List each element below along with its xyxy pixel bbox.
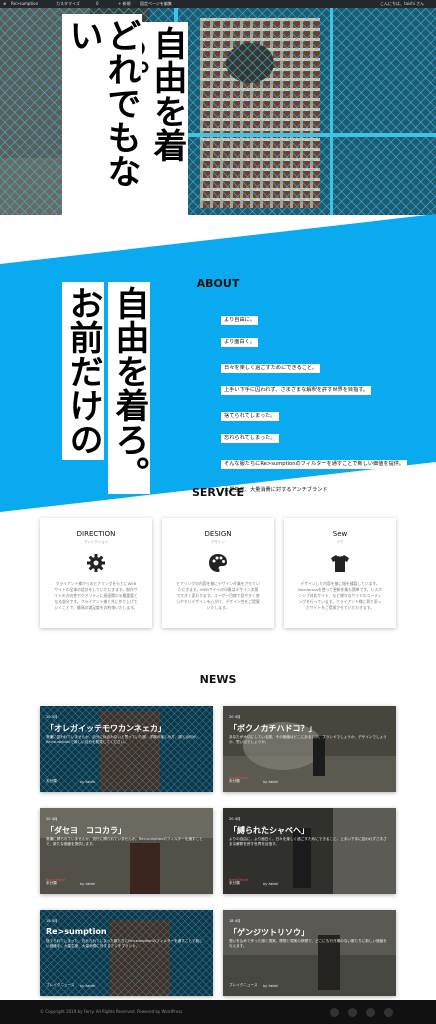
news-author[interactable]: by taishi <box>263 780 278 784</box>
news-card[interactable]: 20 4月 「ダセヨ ココカラ」 常識に縛られていませんか。流行に縛られていませ… <box>40 808 213 894</box>
service-card-subtitle: ソウ <box>336 540 344 544</box>
about-line: 捨てられてしまった。 <box>221 412 279 421</box>
hero-headline-2: どれでもない <box>62 14 142 215</box>
service-card-description: クライアント様からのヒアリングをもとにWEBサイトの全体の設計をしていただきます… <box>54 581 138 610</box>
news-date: 20 4月 <box>229 715 241 719</box>
service-card-title: Sew <box>332 530 348 538</box>
news-thumbnail <box>223 808 396 894</box>
news-category[interactable]: ブレイクニュース <box>229 983 258 988</box>
news-category[interactable]: 未分類 <box>229 779 240 784</box>
news-author[interactable]: by taishi <box>263 984 278 988</box>
news-card[interactable]: 18 4月 「ゲンジツトリソウ」 想いを込めて作った服と現実。理想と現実の狭間で… <box>223 910 396 996</box>
about-line: より自由に。 <box>221 316 259 325</box>
news-card-title[interactable]: 「縛られたシャベヘ」 <box>229 825 309 836</box>
news-excerpt: あなたが大切にしている服、その価値はどこにあるのか。ブランドでしょうか、デザイン… <box>229 735 387 744</box>
about-line: 上手い下手に囚われず、さまざまな解釈を許す世界を目指す。 <box>221 386 372 395</box>
about-headline-1: 自由を着ろ。 <box>108 282 150 494</box>
service-card-design: DESIGN デザイン ヒアリングの内容を基にデザイン作業をさせていただきます。… <box>162 518 274 628</box>
service-card-title: DIRECTION <box>76 530 116 538</box>
news-thumbnail <box>223 706 396 792</box>
facebook-icon[interactable] <box>330 1008 339 1017</box>
news-author[interactable]: by taishi <box>80 984 95 988</box>
palette-icon <box>209 554 227 572</box>
admin-edit-link[interactable]: 固定ページを編集 <box>140 0 172 8</box>
tshirt-icon <box>331 555 349 572</box>
news-category[interactable]: ブレイクニュース <box>46 983 75 988</box>
news-card-title[interactable]: 「ゲンジツトリソウ」 <box>229 927 309 938</box>
news-excerpt: よりの自由に。より面白く。日々を楽しく過ごすためにできること。上手い下手に囚われ… <box>229 837 387 846</box>
news-category[interactable]: 未分類 <box>229 881 240 886</box>
admin-new-link[interactable]: + 新規 <box>118 0 131 8</box>
news-author[interactable]: by taishi <box>263 882 278 886</box>
admin-customize-link[interactable]: カスタマイズ <box>56 0 80 8</box>
news-date: 20 4月 <box>46 715 58 719</box>
instagram-icon[interactable] <box>366 1008 375 1017</box>
news-date: 18 4月 <box>229 919 241 923</box>
about-line: 日々を楽しく過ごすためにできること。 <box>221 364 321 373</box>
about-headline-2: お前だけの <box>62 282 104 460</box>
news-date: 20 4月 <box>229 817 241 821</box>
about-text: より自由に。 より面白く。 日々を楽しく過ごすためにできること。 上手い下手に囚… <box>221 306 431 498</box>
admin-greeting[interactable]: こんにちは、taishi さん <box>380 0 424 8</box>
news-category[interactable]: 未分類 <box>46 881 57 886</box>
news-excerpt: 捨てられてしまった、忘れられてしまった服たちにRe>sumptionのフィルター… <box>46 939 203 948</box>
news-date: 18 4月 <box>46 919 58 923</box>
service-card-subtitle: デザイン <box>211 540 225 544</box>
news-excerpt: 常識に囚われていませんか。自分に似合わないと思っていた服、洋服の楽しみ方、服とは… <box>46 735 200 744</box>
news-excerpt: 想いを込めて作った服と現実。理想と現実の狭間で、どこにも行き場のない服たちに新し… <box>229 939 387 948</box>
news-card[interactable]: 20 4月 「縛られたシャベヘ」 よりの自由に。より面白く。日々を楽しく過ごすた… <box>223 808 396 894</box>
news-card-title[interactable]: 「ボクノカチハドコ？」 <box>229 723 317 734</box>
news-category[interactable]: 未分類 <box>46 779 57 784</box>
news-card[interactable]: 20 4月 「オレガイッテモワカンネェカ」 常識に囚われていませんか。自分に似合… <box>40 706 213 792</box>
admin-bar: ⊕ Re>sumption カスタマイズ 0 + 新規 固定ページを編集 こんに… <box>0 0 436 8</box>
service-card-description: デザインした内容を基に服を縫製しています。Wordpressを使って更新作業も簡… <box>298 581 382 610</box>
admin-comments-link[interactable]: 0 <box>96 0 99 8</box>
about-line: そんな服たちにRe>sumptionのフィルターを通すことで新しい価値を提供。 <box>221 460 408 469</box>
news-title: NEWS <box>199 673 237 686</box>
news-thumbnail <box>40 706 213 792</box>
service-card-description: ヒアリングの内容を基にデザイン作業をさせていただきます。WEBサイトの印象はデザ… <box>176 581 260 610</box>
news-author[interactable]: by taishi <box>80 780 95 784</box>
hero-image: 自由を着ろ。 どれでもない <box>0 8 436 215</box>
gear-icon <box>87 554 105 572</box>
news-card-title[interactable]: 「ダセヨ ココカラ」 <box>46 825 126 836</box>
news-card[interactable]: 18 4月 Re>sumption 捨てられてしまった、忘れられてしまった服たち… <box>40 910 213 996</box>
about-line: 忘れられてしまった。 <box>221 434 279 443</box>
news-date: 20 4月 <box>46 817 58 821</box>
admin-site-link[interactable]: Re>sumption <box>11 0 38 8</box>
news-author[interactable]: by taishi <box>80 882 95 886</box>
service-card-sew: Sew ソウ デザインした内容を基に服を縫製しています。Wordpressを使っ… <box>284 518 396 628</box>
about-line: より面白く。 <box>221 338 259 347</box>
news-card-title[interactable]: 「オレガイッテモワカンネェカ」 <box>46 723 166 734</box>
service-title: SERVICE <box>191 486 245 499</box>
news-excerpt: 常識に縛られていませんか。流行に縛られていませんか。Re>sumptionのフィ… <box>46 837 203 846</box>
news-card[interactable]: 20 4月 「ボクノカチハドコ？」 あなたが大切にしている服、その価値はどこにあ… <box>223 706 396 792</box>
service-card-subtitle: ディレクション <box>83 540 109 544</box>
service-card-direction: DIRECTION ディレクション クライアント様からのヒアリングをもとにWEB… <box>40 518 152 628</box>
wp-logo-icon[interactable]: ⊕ <box>3 0 6 8</box>
news-thumbnail <box>40 808 213 894</box>
service-card-title: DESIGN <box>204 530 232 538</box>
twitter-icon[interactable] <box>348 1008 357 1017</box>
footer-copyright: © Copyright 2019 by Ferry. All Rights Re… <box>40 1009 183 1014</box>
news-card-title[interactable]: Re>sumption <box>46 927 107 936</box>
footer: © Copyright 2019 by Ferry. All Rights Re… <box>0 1000 436 1024</box>
rss-icon[interactable] <box>384 1008 393 1017</box>
